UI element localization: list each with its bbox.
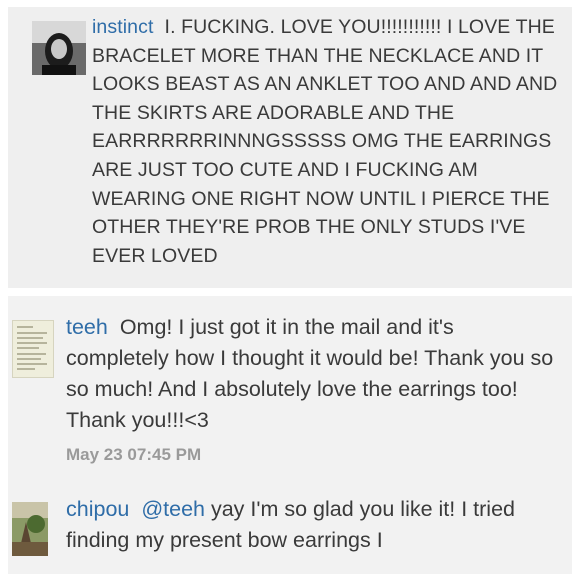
username-chipou[interactable]: chipou bbox=[66, 497, 129, 521]
user-photo-icon bbox=[12, 502, 48, 556]
username-teeh[interactable]: teeh bbox=[66, 315, 108, 339]
comments-panel: teeh Omg! I just got it in the mail and … bbox=[8, 296, 572, 574]
comment-body-chipou: yay I'm so glad you like it! I tried fin… bbox=[66, 497, 516, 552]
comment-card-instinct: instinct I. FUCKING. LOVE YOU!!!!!!!!!!!… bbox=[8, 7, 572, 288]
user-photo-icon bbox=[32, 21, 86, 75]
user-photo-icon bbox=[13, 321, 53, 377]
comment-text-teeh: teeh Omg! I just got it in the mail and … bbox=[66, 312, 562, 436]
comment-text-instinct: instinct I. FUCKING. LOVE YOU!!!!!!!!!!!… bbox=[92, 13, 564, 270]
comment-body-instinct: I. FUCKING. LOVE YOU!!!!!!!!!!! I LOVE T… bbox=[92, 16, 558, 267]
avatar-instinct[interactable] bbox=[32, 21, 86, 75]
avatar-teeh[interactable] bbox=[12, 320, 54, 378]
comment-timestamp-teeh: May 23 07:45 PM bbox=[66, 445, 202, 464]
comment-text-chipou: chipou @teeh yay I'm so glad you like it… bbox=[66, 494, 562, 556]
comment-body-teeh: Omg! I just got it in the mail and it's … bbox=[66, 315, 554, 432]
mention-teeh[interactable]: @teeh bbox=[141, 497, 205, 521]
username-instinct[interactable]: instinct bbox=[92, 16, 154, 38]
avatar-chipou[interactable] bbox=[12, 502, 48, 556]
